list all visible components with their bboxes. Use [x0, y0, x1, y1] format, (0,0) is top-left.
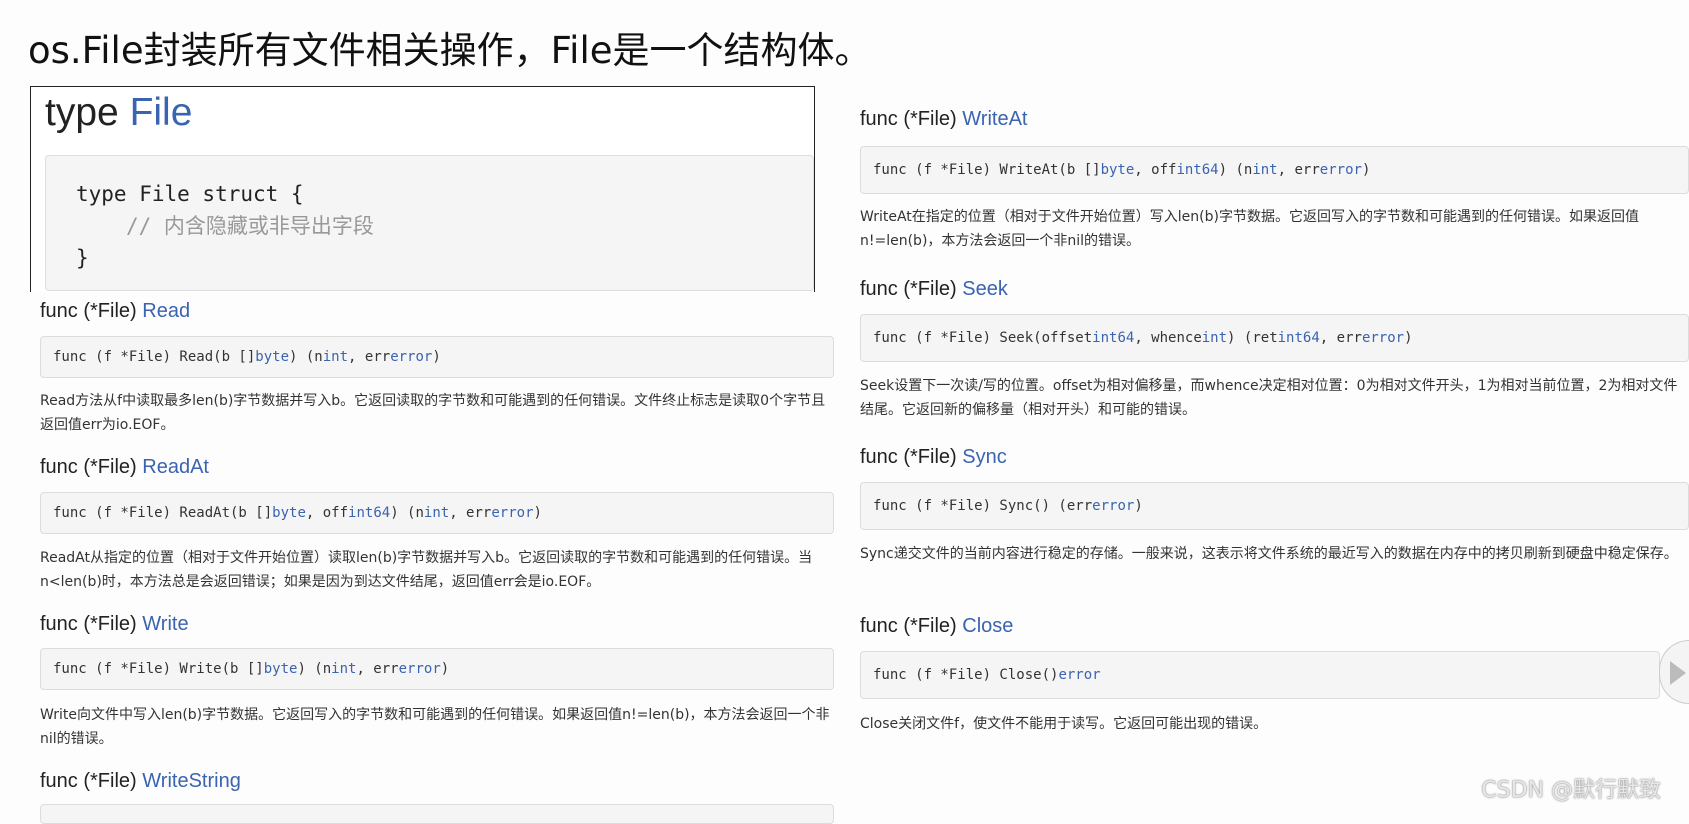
code-line: } — [76, 246, 89, 270]
writeat-signature: func (f *File) WriteAt(b [] byte, off int… — [860, 146, 1689, 194]
struct-code-block: type File struct { // 内含隐藏或非导出字段 } — [45, 155, 814, 291]
read-description: Read方法从f中读取最多len(b)字节数据并写入b。它返回读取的字节数和可能… — [40, 393, 826, 433]
write-signature: func (f *File) Write(b [] byte) (n int, e… — [40, 648, 834, 690]
seek-signature: func (f *File) Seek(offset int64, whence… — [860, 314, 1689, 362]
sig-kw: error — [398, 661, 441, 677]
sig-kw: int — [423, 505, 450, 521]
writeat-description: WriteAt在指定的位置（相对于文件开始位置）写入len(b)字节数据。它返回… — [860, 209, 1639, 249]
play-icon[interactable] — [1659, 640, 1689, 704]
sig-kw: int — [1201, 330, 1228, 346]
sig-kw: error — [1092, 498, 1135, 514]
sig-text: , err — [356, 661, 399, 677]
writeat-heading: func (*File) WriteAt — [860, 108, 1027, 131]
seek-heading: func (*File) Seek — [860, 278, 1008, 301]
sig-kw: error — [1319, 162, 1362, 178]
sig-kw: byte — [272, 505, 306, 521]
sig-text: ) — [440, 661, 450, 677]
sig-text: , err — [449, 505, 492, 521]
func-prefix: func (*File) — [40, 770, 137, 792]
readat-link[interactable]: ReadAt — [142, 456, 209, 478]
func-prefix: func (*File) — [40, 613, 137, 635]
write-description: Write向文件中写入len(b)字节数据。它返回写入的字节数和可能遇到的任何错… — [40, 707, 830, 747]
close-heading: func (*File) Close — [860, 615, 1013, 638]
sig-kw: error — [1361, 330, 1405, 346]
sig-text: ) (n — [289, 349, 323, 365]
func-prefix: func (*File) — [40, 300, 137, 322]
func-prefix: func (*File) — [860, 446, 957, 468]
sig-text: , err — [1277, 162, 1320, 178]
sig-text: func (f *File) Seek(offset — [873, 330, 1093, 346]
type-name-link[interactable]: File — [130, 91, 193, 134]
sig-text: ) (n — [297, 661, 332, 677]
read-heading: func (*File) Read — [40, 300, 190, 323]
func-prefix: func (*File) — [860, 278, 957, 300]
sig-text: ) (n — [390, 505, 424, 521]
read-link[interactable]: Read — [142, 300, 190, 322]
code-line: type File struct { — [76, 182, 304, 206]
close-signature: func (f *File) Close() error — [860, 651, 1660, 699]
sig-kw: error — [1058, 667, 1101, 683]
sig-text: , err — [348, 349, 391, 365]
sig-kw: int64 — [1277, 330, 1320, 346]
sig-text: ) (ret — [1227, 330, 1278, 346]
sig-kw: byte — [255, 349, 290, 365]
sig-text: , off — [1134, 162, 1177, 178]
sig-kw: int64 — [1176, 162, 1219, 178]
sig-text: , off — [305, 505, 349, 521]
readat-description: ReadAt从指定的位置（相对于文件开始位置）读取len(b)字节数据并写入b。… — [40, 550, 813, 590]
type-keyword: type — [45, 91, 119, 134]
sig-kw: error — [491, 505, 534, 521]
sig-text: ) — [432, 349, 441, 365]
sync-link[interactable]: Sync — [962, 446, 1006, 468]
readat-signature: func (f *File) ReadAt(b [] byte, off int6… — [40, 492, 834, 534]
func-prefix: func (*File) — [860, 108, 957, 130]
sig-text: ) — [1134, 498, 1143, 514]
func-prefix: func (*File) — [860, 615, 957, 637]
close-description: Close关闭文件f，使文件不能用于读写。它返回可能出现的错误。 — [860, 716, 1268, 732]
sig-kw: int64 — [1092, 330, 1135, 346]
writestring-heading: func (*File) WriteString — [40, 770, 241, 793]
seek-description: Seek设置下一次读/写的位置。offset为相对偏移量，而whence决定相对… — [860, 378, 1678, 418]
sig-text: , err — [1319, 330, 1362, 346]
readat-heading: func (*File) ReadAt — [40, 456, 209, 479]
sig-kw: byte — [1100, 162, 1135, 178]
sig-text: func (f *File) ReadAt(b [] — [53, 505, 273, 521]
watermark: CSDN @默行默致 — [1481, 778, 1661, 803]
type-heading: type File — [45, 91, 192, 135]
code-comment: // 内含隐藏或非导出字段 — [126, 214, 374, 238]
sig-text: func (f *File) Close() — [873, 667, 1059, 683]
close-link[interactable]: Close — [962, 615, 1013, 637]
read-signature: func (f *File) Read(b [] byte) (n int, er… — [40, 336, 834, 378]
sig-kw: int — [331, 661, 357, 677]
type-file-panel: type File type File struct { // 内含隐藏或非导出… — [30, 86, 815, 292]
sig-text: func (f *File) Sync() (err — [873, 498, 1093, 514]
sync-heading: func (*File) Sync — [860, 446, 1007, 469]
sig-text: ) (n — [1218, 162, 1253, 178]
page-title: os.File封装所有文件相关操作，File是一个结构体。 — [28, 29, 872, 72]
seek-link[interactable]: Seek — [962, 278, 1008, 300]
sig-text: ) — [1361, 162, 1371, 178]
sig-kw: error — [390, 349, 433, 365]
sig-text: func (f *File) WriteAt(b [] — [873, 162, 1101, 178]
sync-signature: func (f *File) Sync() (err error) — [860, 482, 1689, 530]
sig-text: func (f *File) Write(b [] — [53, 661, 264, 677]
writeat-link[interactable]: WriteAt — [962, 108, 1027, 130]
sync-description: Sync递交文件的当前内容进行稳定的存储。一般来说，这表示将文件系统的最近写入的… — [860, 546, 1678, 562]
sig-kw: int64 — [348, 505, 391, 521]
sig-text: , whence — [1134, 330, 1202, 346]
sig-kw: int — [322, 349, 349, 365]
write-link[interactable]: Write — [142, 613, 188, 635]
sig-kw: int — [1252, 162, 1278, 178]
sig-text: ) — [1404, 330, 1413, 346]
sig-text: ) — [533, 505, 542, 521]
func-prefix: func (*File) — [40, 456, 137, 478]
write-heading: func (*File) Write — [40, 613, 189, 636]
sig-text: func (f *File) Read(b [] — [53, 349, 256, 365]
sig-kw: byte — [263, 661, 298, 677]
writestring-link[interactable]: WriteString — [142, 770, 241, 792]
writestring-signature-partial — [40, 804, 834, 824]
